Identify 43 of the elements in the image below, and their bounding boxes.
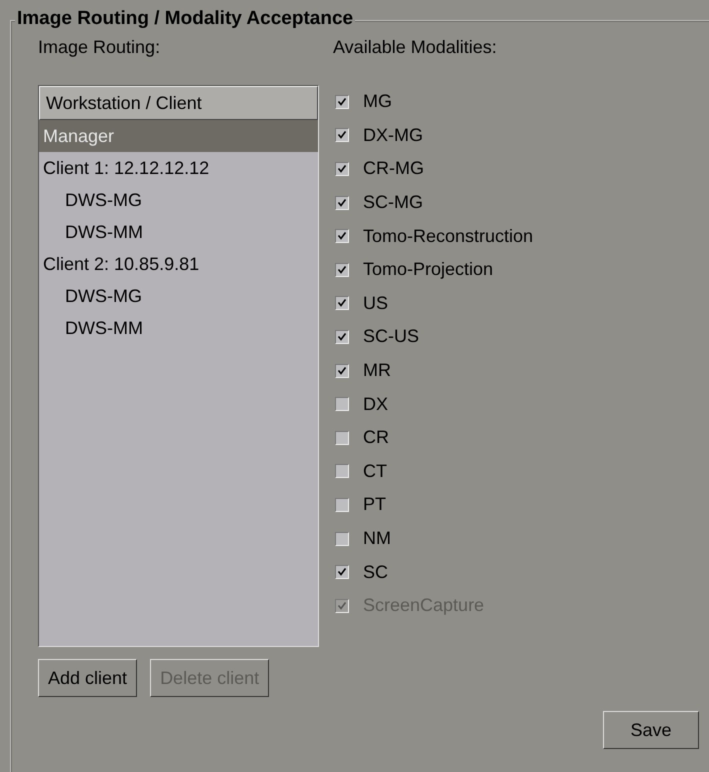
checkbox-label: DX-MG bbox=[363, 124, 423, 146]
checkbox-label: Tomo-Reconstruction bbox=[363, 226, 534, 247]
checkbox-label: Tomo-Projection bbox=[363, 259, 494, 280]
section-label: Image Routing: bbox=[38, 36, 162, 59]
column-header[interactable]: Workstation / Client bbox=[39, 86, 318, 120]
checkbox[interactable] bbox=[335, 162, 349, 176]
group-title: Image Routing / Modality Acceptance bbox=[15, 8, 356, 30]
checkbox[interactable] bbox=[335, 532, 349, 546]
list-item[interactable]: Client 2: 10.85.9.81 bbox=[39, 248, 318, 280]
checkbox-label: CT bbox=[363, 460, 387, 482]
checkbox-label: SC-MG bbox=[363, 192, 423, 214]
checkbox[interactable] bbox=[335, 397, 349, 412]
checkbox[interactable] bbox=[335, 565, 349, 580]
checkbox-label: SC bbox=[363, 562, 388, 583]
checkbox-label: CR bbox=[363, 427, 389, 448]
checkbox-label: PT bbox=[363, 494, 386, 516]
save-button[interactable]: Save bbox=[603, 711, 699, 749]
checkbox[interactable] bbox=[335, 498, 349, 512]
list-item[interactable]: DWS-MM bbox=[39, 216, 318, 248]
checkbox[interactable] bbox=[335, 464, 349, 478]
client-button[interactable]: Add client bbox=[38, 659, 138, 697]
checkbox[interactable] bbox=[335, 330, 349, 344]
list-item[interactable]: DWS-MM bbox=[39, 312, 318, 344]
section-label: Available Modalities: bbox=[333, 36, 498, 59]
checkbox-label: MR bbox=[363, 360, 391, 382]
checkbox-label: NM bbox=[363, 528, 391, 550]
list-item[interactable]: Manager bbox=[39, 120, 318, 152]
checkbox[interactable] bbox=[335, 229, 349, 244]
checkbox-label: DX bbox=[363, 394, 388, 415]
checkbox[interactable] bbox=[335, 128, 349, 142]
list-item[interactable]: Client 1: 12.12.12.12 bbox=[39, 152, 318, 184]
checkbox[interactable] bbox=[335, 262, 349, 277]
list-item[interactable]: DWS-MG bbox=[39, 280, 318, 312]
checkbox[interactable] bbox=[335, 430, 349, 445]
list-item[interactable]: DWS-MG bbox=[39, 184, 318, 216]
checkbox-label: SC-US bbox=[363, 326, 420, 348]
checkbox-label: MG bbox=[363, 91, 392, 112]
checkbox[interactable] bbox=[335, 364, 349, 378]
checkbox-label: US bbox=[363, 292, 388, 314]
checkbox[interactable] bbox=[335, 196, 349, 210]
checkbox[interactable] bbox=[335, 296, 349, 310]
checkbox[interactable] bbox=[335, 94, 349, 109]
checkbox-label: CR-MG bbox=[363, 158, 424, 180]
